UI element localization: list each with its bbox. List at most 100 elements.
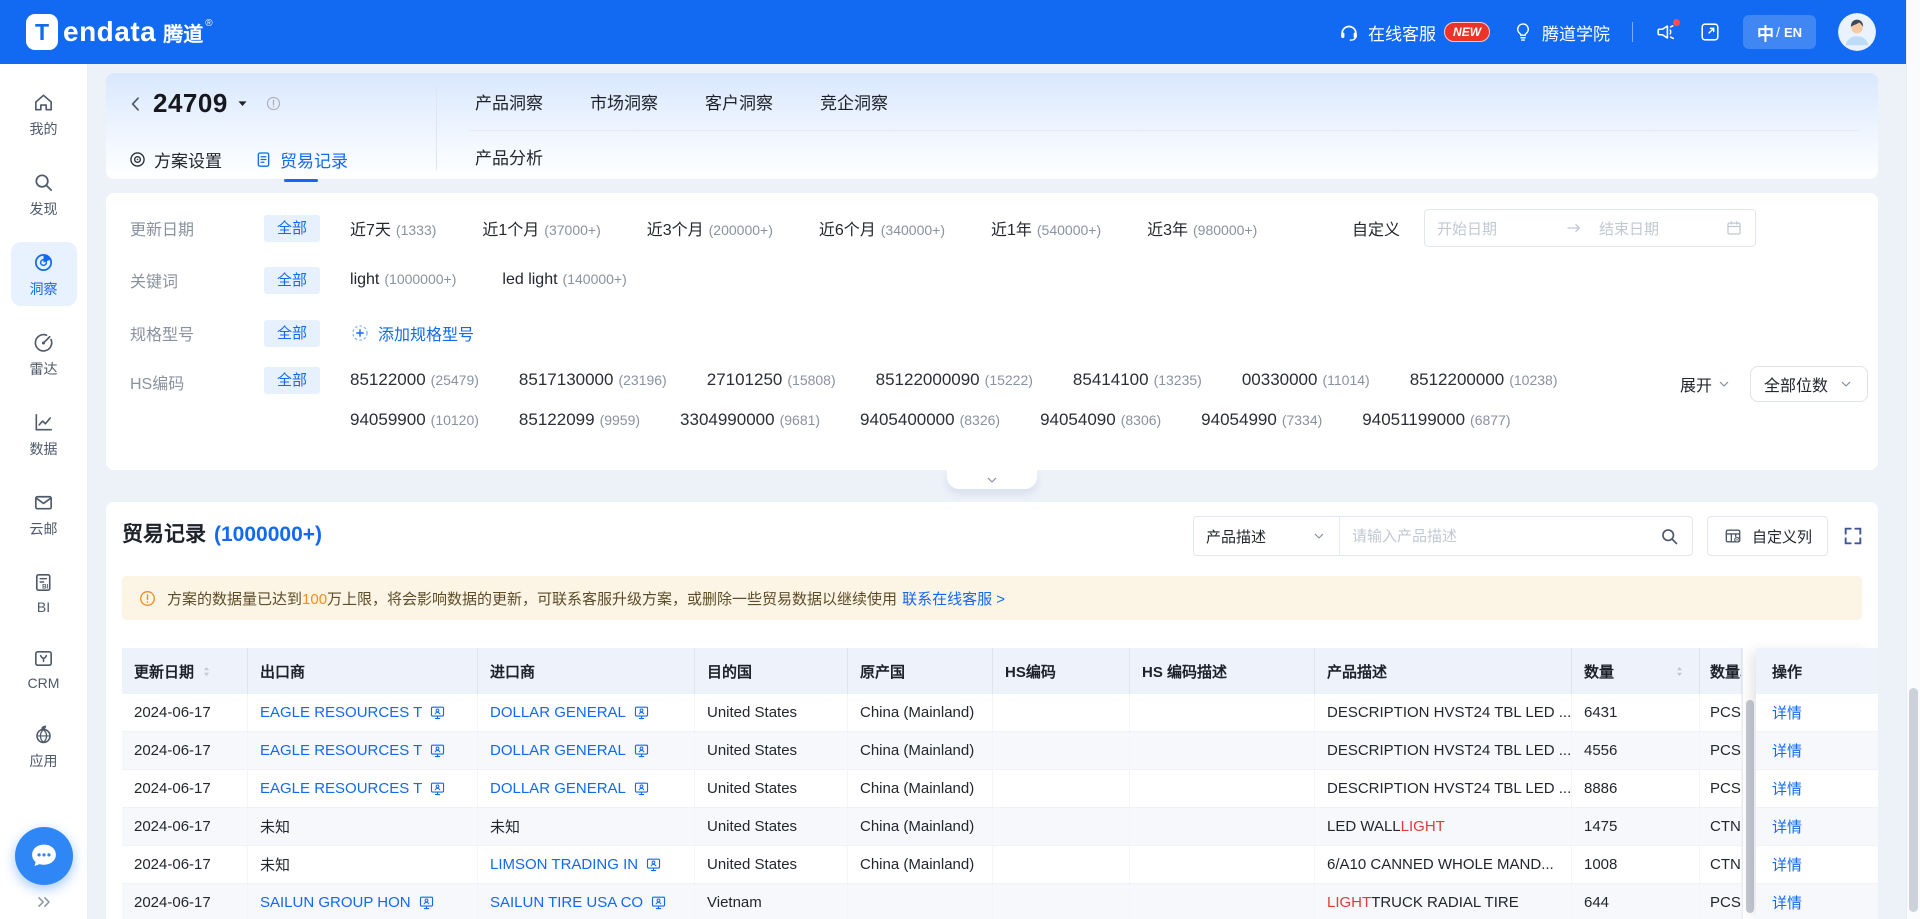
sidebar-item-discover[interactable]: 发现 (11, 162, 77, 226)
filter-option[interactable]: 8512200000(10238) (1410, 370, 1558, 390)
sidebar-item-crm[interactable]: CRM (11, 638, 77, 698)
tab-product-analysis[interactable]: 产品分析 (475, 144, 543, 169)
filter-option[interactable]: 近3年(980000+) (1147, 216, 1257, 240)
sidebar-collapse-button[interactable] (34, 892, 54, 912)
company-link[interactable]: EAGLE RESOURCES T (260, 742, 422, 759)
plan-caret-icon[interactable] (235, 96, 250, 111)
option-name: 85122000 (350, 370, 426, 390)
cell-unit: CTN (1700, 808, 1742, 845)
sidebar-item-radar[interactable]: 雷达 (11, 322, 77, 386)
column-header-hs-code[interactable]: HS编码 (993, 648, 1130, 694)
filter-option[interactable]: 近1个月(37000+) (482, 216, 600, 240)
sidebar-item-bi[interactable]: BIBI (11, 562, 77, 622)
company-link[interactable]: SAILUN TIRE USA CO (490, 894, 643, 911)
filter-collapse-tab[interactable] (947, 470, 1037, 489)
avatar[interactable] (1838, 13, 1876, 51)
filter-option[interactable]: 3304990000(9681) (680, 410, 820, 430)
filter-option[interactable]: 27101250(15808) (707, 370, 836, 390)
sidebar-item-apps[interactable]: 应用 (11, 714, 77, 778)
filter-option[interactable]: 94054090(8306) (1040, 410, 1161, 430)
hs-all-chip[interactable]: 全部 (264, 367, 320, 394)
column-header-origin[interactable]: 原产国 (848, 648, 993, 694)
company-link[interactable]: DOLLAR GENERAL (490, 704, 626, 721)
sidebar-item-mail[interactable]: 云邮 (11, 482, 77, 546)
announcement-button[interactable] (1655, 21, 1677, 43)
column-header-unit[interactable]: 数量单位 (1700, 648, 1742, 694)
detail-link[interactable]: 详情 (1772, 778, 1802, 799)
tendata-logo[interactable]: T endata 腾道 ® (26, 14, 213, 50)
language-toggle[interactable]: 中 / EN (1743, 15, 1816, 49)
online-service-button[interactable]: 在线客服 NEW (1338, 20, 1490, 45)
tab-plan-settings[interactable]: 方案设置 (128, 147, 222, 172)
spec-all-chip[interactable]: 全部 (264, 320, 320, 347)
page-scrollbar-thumb[interactable] (1909, 688, 1918, 912)
detail-link[interactable]: 详情 (1772, 816, 1802, 837)
add-spec-button[interactable]: 添加规格型号 (350, 321, 474, 345)
academy-button[interactable]: 腾道学院 (1512, 20, 1610, 45)
tab-product-insight[interactable]: 产品洞察 (475, 89, 543, 114)
column-header-quantity[interactable]: 数量 (1572, 648, 1700, 694)
company-link[interactable]: EAGLE RESOURCES T (260, 704, 422, 721)
tab-customer-insight[interactable]: 客户洞察 (705, 89, 773, 114)
filter-option[interactable]: 85122000(25479) (350, 370, 479, 390)
filter-option[interactable]: 近3个月(200000+) (647, 216, 773, 240)
column-header-importer[interactable]: 进口商 (478, 648, 695, 694)
custom-columns-button[interactable]: 自定义列 (1707, 516, 1828, 556)
contact-service-link[interactable]: 联系在线客服 > (902, 591, 1005, 608)
column-header-exporter[interactable]: 出口商 (248, 648, 478, 694)
sidebar-item-data[interactable]: 数据 (11, 402, 77, 466)
tab-trade-records[interactable]: 贸易记录 (254, 147, 348, 172)
column-header-destination[interactable]: 目的国 (695, 648, 848, 694)
date-range-picker[interactable]: 开始日期 结束日期 (1424, 209, 1756, 247)
company-link[interactable]: SAILUN GROUP HON (260, 894, 411, 911)
custom-columns-label: 自定义列 (1752, 526, 1812, 547)
detail-link[interactable]: 详情 (1772, 740, 1802, 761)
tab-market-insight[interactable]: 市场洞察 (590, 89, 658, 114)
filter-option[interactable]: 94059900(10120) (350, 410, 479, 430)
filter-option[interactable]: 近1年(540000+) (991, 216, 1101, 240)
detail-link[interactable]: 详情 (1772, 702, 1802, 723)
filter-option[interactable]: light(1000000+) (350, 271, 456, 289)
date-all-chip[interactable]: 全部 (264, 215, 320, 242)
table-fullscreen-button[interactable] (1842, 525, 1864, 547)
filter-option[interactable]: 8517130000(23196) (519, 370, 667, 390)
company-link[interactable]: DOLLAR GENERAL (490, 742, 626, 759)
filter-option[interactable]: 85122000090(15222) (876, 370, 1033, 390)
back-button[interactable] (126, 94, 146, 114)
expand-toggle[interactable]: 展开 (1680, 372, 1732, 396)
plan-id[interactable]: 24709 (153, 88, 228, 119)
search-field-select[interactable]: 产品描述 (1194, 517, 1340, 555)
detail-link[interactable]: 详情 (1772, 854, 1802, 875)
column-header-product-desc[interactable]: 产品描述 (1315, 648, 1572, 694)
keyword-all-chip[interactable]: 全部 (264, 267, 320, 294)
filter-option[interactable]: 近7天(1333) (350, 216, 436, 240)
filter-option[interactable]: 94054990(7334) (1201, 410, 1322, 430)
cell-hs-desc (1130, 770, 1315, 807)
company-link[interactable]: DOLLAR GENERAL (490, 780, 626, 797)
tab-competitor-insight[interactable]: 竞企洞察 (820, 89, 888, 114)
column-header-hs-desc[interactable]: HS 编码描述 (1130, 648, 1315, 694)
fullscreen-button[interactable] (1699, 21, 1721, 43)
chat-button[interactable] (15, 827, 73, 885)
filter-option[interactable]: 85122099(9959) (519, 410, 640, 430)
column-header-update-date[interactable]: 更新日期 (122, 648, 248, 694)
filter-option[interactable]: 近6个月(340000+) (819, 216, 945, 240)
sidebar-item-insight[interactable]: 洞察 (11, 242, 77, 306)
product-desc-input[interactable] (1352, 528, 1651, 545)
detail-link[interactable]: 详情 (1772, 892, 1802, 913)
search-icon[interactable] (1659, 526, 1680, 547)
filter-option[interactable]: led light(140000+) (502, 271, 626, 289)
filter-option[interactable]: 94051199000(6877) (1362, 410, 1510, 430)
sidebar-item-home[interactable]: 我的 (11, 82, 77, 146)
filter-option[interactable]: 85414100(13235) (1073, 370, 1202, 390)
company-link[interactable]: LIMSON TRADING IN (490, 856, 638, 873)
custom-date-label[interactable]: 自定义 (1352, 216, 1400, 240)
page-scrollbar[interactable] (1906, 0, 1920, 919)
filter-option[interactable]: 9405400000(8326) (860, 410, 1000, 430)
table-scrollbar[interactable] (1742, 648, 1756, 919)
filter-option[interactable]: 00330000(11014) (1242, 370, 1370, 390)
company-link[interactable]: EAGLE RESOURCES T (260, 780, 422, 797)
info-icon[interactable] (265, 95, 282, 112)
digits-select[interactable]: 全部位数 (1750, 366, 1868, 402)
table-scrollbar-thumb[interactable] (1746, 700, 1754, 913)
